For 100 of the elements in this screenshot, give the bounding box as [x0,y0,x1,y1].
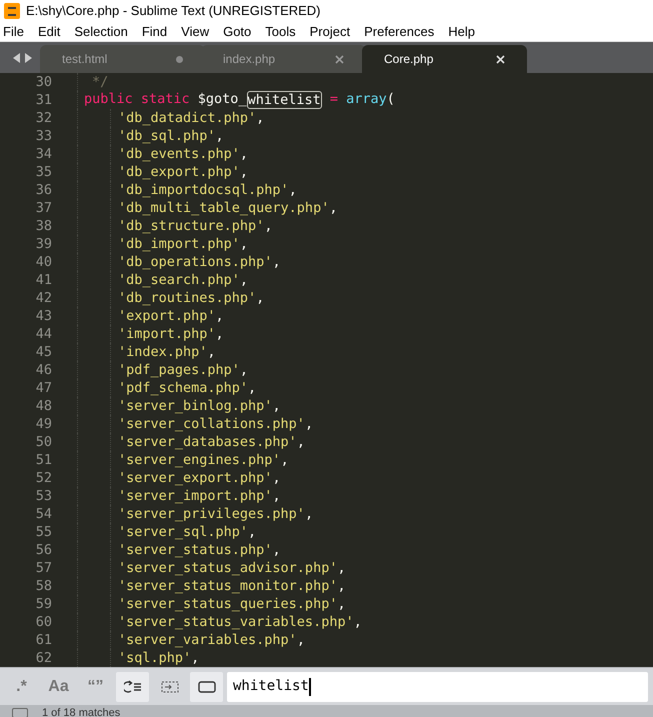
line-number: 36 [34,180,52,200]
menu-item[interactable]: Project [310,22,350,42]
menu-item[interactable]: Tools [265,22,296,42]
menu-item[interactable]: Edit [38,22,60,42]
code-text: , [240,362,248,378]
wrap-toggle[interactable] [116,672,149,702]
wrap-icon [124,680,142,694]
string-literal: 'server_status_advisor.php' [118,560,338,576]
line-number: 43 [34,306,52,326]
code-text: , [304,506,314,522]
selection-icon [160,680,178,692]
code-text: , [329,200,338,216]
code-text: , [191,650,200,666]
string-literal: 'server_engines.php' [118,452,281,468]
line-number: 44 [34,324,52,344]
string-literal: 'server_binlog.php' [118,398,272,414]
string-literal: 'db_routines.php' [118,290,256,306]
line-number: 35 [34,162,52,182]
string-literal: 'server_sql.php' [118,524,248,540]
highlight-toggle[interactable] [190,672,223,702]
line-number: 33 [34,126,52,146]
string-literal: 'export.php' [118,308,216,324]
line-number: 62 [34,648,52,667]
code-text: , [240,164,248,180]
menu-item[interactable]: Find [142,22,168,42]
code-text: , [354,614,362,630]
line-number: 51 [34,450,52,470]
code-text: , [296,632,305,648]
code-text: $goto_ [196,91,247,109]
string-literal: 'server_status.php' [118,542,272,558]
code-text: , [337,560,346,576]
code-text: , [296,434,305,450]
line-number: 59 [34,594,52,614]
string-literal: 'db_importdocsql.php' [118,182,289,198]
line-number: 40 [34,252,52,272]
app-logo-icon [4,3,20,19]
string-literal: 'db_events.php' [118,146,240,162]
string-literal: 'db_datadict.php' [118,110,256,126]
menu-item[interactable]: Preferences [364,22,434,42]
match-count: 1 of 18 matches [42,707,120,717]
string-literal: 'server_collations.php' [118,416,305,432]
code-text: , [280,452,289,468]
line-number: 32 [34,108,52,128]
code-text: , [240,146,248,162]
operator-text: = [328,91,339,109]
tab-label: Core.php [384,51,434,68]
code-text: , [272,470,281,486]
string-literal: 'db_import.php' [118,236,240,252]
menu-item[interactable]: Goto [223,22,252,42]
string-literal: 'server_variables.php' [118,632,297,648]
code-text: , [272,398,281,414]
tab-label: test.html [62,51,108,68]
code-text: ( [386,91,395,109]
string-literal: 'db_multi_table_query.php' [118,200,330,216]
string-literal: 'server_status_queries.php' [118,596,338,612]
string-literal: 'server_status_variables.php' [118,614,354,630]
line-number: 30 [34,73,52,92]
left-arrow-icon[interactable] [12,52,20,62]
string-literal: 'import.php' [118,326,216,342]
menu-item[interactable]: View [181,22,210,42]
line-number: 61 [34,630,52,650]
string-literal: 'pdf_schema.php' [118,380,248,396]
string-literal: 'server_databases.php' [118,434,297,450]
code-text: , [288,182,297,198]
code-text: , [256,110,264,126]
line-number: 56 [34,540,52,560]
line-number: 55 [34,522,52,542]
line-number: 41 [34,270,52,290]
string-literal: 'server_export.php' [118,470,272,486]
code-text: , [272,254,281,270]
line-number: 49 [34,414,52,434]
rectangle-icon [198,680,216,692]
line-number: 60 [34,612,52,632]
right-arrow-icon[interactable] [24,52,32,62]
code-text: , [248,524,256,540]
tab[interactable]: Core.php [362,45,527,73]
line-number: 45 [34,342,52,362]
line-number: 52 [34,468,52,488]
line-number: 50 [34,432,52,452]
keyword-text: public static [84,91,190,109]
line-number: 39 [34,234,52,254]
string-literal: 'sql.php' [118,650,192,666]
line-number: 34 [34,144,52,164]
code-text: , [272,542,281,558]
line-number: 46 [34,360,52,380]
tab-label: index.php [223,51,276,68]
menu-item[interactable]: Help [448,22,475,42]
code-text: , [248,380,256,396]
search-field[interactable]: whitelist [227,672,648,702]
line-number: 31 [34,90,52,110]
menu-item[interactable]: Selection [74,22,128,42]
code-text: , [264,218,272,234]
string-literal: 'server_privileges.php' [118,506,305,522]
code-text: , [216,308,224,324]
string-literal: 'server_status_monitor.php' [118,578,338,594]
menu-item[interactable]: File [3,22,24,42]
code-text: , [207,344,216,360]
string-literal: 'pdf_pages.php' [118,362,240,378]
string-literal: 'db_export.php' [118,164,240,180]
string-literal: 'index.php' [118,344,208,360]
